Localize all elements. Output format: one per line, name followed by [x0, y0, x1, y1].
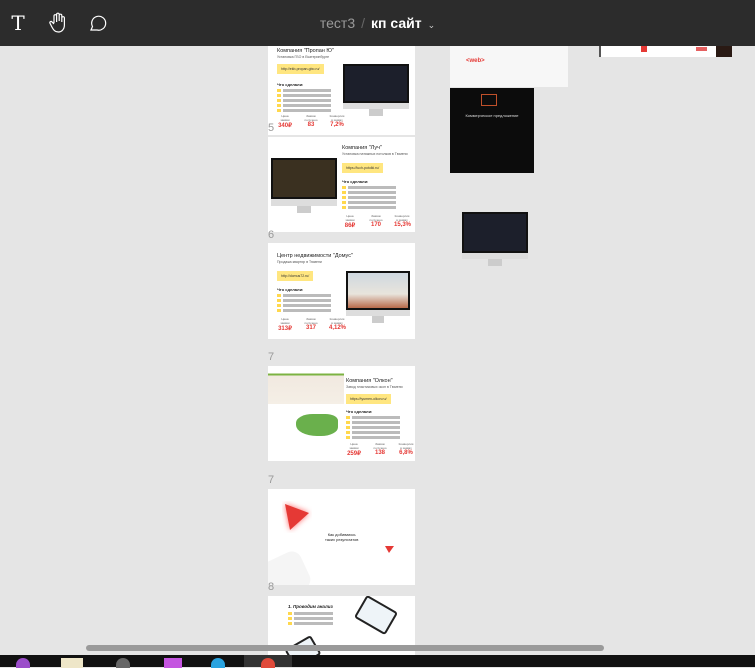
- frame-link: http://domus72.ru/: [277, 271, 314, 281]
- frame-link: https://luch-potolki.ru/: [342, 163, 384, 173]
- active-app[interactable]: [244, 655, 292, 668]
- tablet-mockup: [353, 596, 399, 636]
- frame-title: Компания "Луч": [342, 145, 382, 151]
- done-heading: Что сделали:: [277, 287, 304, 292]
- done-heading: Что сделали:: [346, 409, 373, 414]
- bullet-list: [277, 89, 337, 113]
- frame-domus[interactable]: Центр недвижимости "Домус" Продажа кварт…: [268, 243, 415, 339]
- stat-value: 317: [305, 325, 316, 331]
- stat-label: Заявок получено: [304, 114, 318, 122]
- triangle-icon: [385, 546, 394, 553]
- monitor-mockup: [346, 271, 410, 323]
- monitor-mockup: [343, 64, 409, 116]
- stat-label: Конверсия в заявку: [398, 442, 414, 450]
- frame-label: 5: [268, 122, 275, 134]
- frame-title: Компания "Пропан Ю": [277, 48, 334, 54]
- stat-value: 313₽: [278, 326, 292, 332]
- bullet-list: [346, 416, 406, 440]
- canvas[interactable]: Компания "Пропан Ю" Установка ГБО в Екат…: [0, 46, 755, 655]
- stats: Цена заявки 340₽ Заявок получено 83 Конвер…: [277, 114, 345, 129]
- stat-label: Цена заявки: [280, 114, 290, 122]
- cake-icon: [481, 94, 497, 106]
- stat-label: Цена заявки: [345, 214, 355, 222]
- monitor-mockup: [271, 158, 337, 213]
- site-preview: [268, 366, 344, 461]
- stats: Цена заявки 259₽ Заявок получено 138 Конве…: [346, 442, 414, 457]
- frame-propan[interactable]: Компания "Пропан Ю" Установка ГБО в Екат…: [268, 46, 415, 135]
- breadcrumb-separator: /: [361, 15, 366, 31]
- frame-subtitle: Завод пластиковых окон в Тюмени: [346, 385, 403, 389]
- horizontal-scrollbar[interactable]: [86, 645, 604, 651]
- frame-link: http://ekb-propan-gbo.ru/: [277, 64, 324, 74]
- frame-olkon[interactable]: Компания "Олкон" Завод пластиковых окон …: [268, 366, 415, 461]
- stat-value: 138: [374, 450, 385, 456]
- chevron-down-icon[interactable]: ⌄: [428, 20, 436, 30]
- frame-subtitle: Продажа квартир в Тюмени: [277, 260, 322, 264]
- stat-label: Заявок получено: [373, 442, 387, 450]
- stat-value: 259₽: [347, 451, 361, 457]
- frame-results[interactable]: Как добиваюсь таких результатов: [268, 489, 415, 585]
- frame-label: 7: [268, 474, 275, 486]
- web-logo: <web>: [466, 58, 485, 64]
- stats: Цена заявки 313₽ Заявок получено 317 Конве…: [277, 317, 346, 332]
- done-heading: Что сделали:: [342, 179, 369, 184]
- project-name[interactable]: тест3: [320, 15, 355, 31]
- slide-title: 1. Проводим анализ: [288, 604, 333, 609]
- frame-link: https://tyumen-olkon.ru/: [346, 394, 391, 404]
- frame-label: 8: [268, 581, 275, 593]
- stat-value: 6,8%: [399, 450, 413, 456]
- map-russia: [296, 414, 338, 436]
- bullet-list: [277, 294, 337, 318]
- frame-subtitle: Установка натяжных потолков в Тюмени: [342, 152, 408, 156]
- stat-label: Конверсия в заявку: [329, 317, 345, 325]
- frame-dark-cover[interactable]: Коммерческое предложение: [450, 88, 534, 173]
- decor-shape: [268, 548, 314, 585]
- stat-value: 7,2%: [330, 122, 344, 128]
- monitor-mockup: [462, 212, 528, 266]
- dark-title: Коммерческое предложение: [465, 113, 519, 118]
- breadcrumb: тест3 / кп сайт ⌄: [0, 15, 755, 31]
- stat-value: 86₽: [344, 223, 356, 229]
- file-name[interactable]: кп сайт: [371, 15, 422, 31]
- frame-label: 6: [268, 229, 275, 241]
- stat-value: 83: [307, 122, 315, 128]
- triangle-icon: [285, 504, 309, 530]
- stat-label: Цена заявки: [280, 317, 290, 325]
- stat-label: Заявок получено: [304, 317, 318, 325]
- stat-value: 170: [370, 222, 381, 228]
- frame-title: Компания "Олкон": [346, 378, 393, 384]
- stat-label: Конверсия в заявку: [394, 214, 410, 222]
- frame-title: Центр недвижимости "Домус": [277, 253, 353, 259]
- bullet-list: [288, 612, 338, 636]
- stats: Цена заявки 86₽ Заявок получено 170 Конвер…: [342, 214, 411, 229]
- stat-value: 340₽: [278, 123, 292, 129]
- frame-cover[interactable]: <web>: [450, 46, 568, 87]
- stat-label: Заявок получено: [369, 214, 383, 222]
- taskbar: [0, 655, 755, 668]
- frame-subtitle: Установка ГБО в Екатеринбурге: [277, 55, 330, 59]
- frame-label: 7: [268, 351, 275, 363]
- done-heading: Что сделали:: [277, 82, 304, 87]
- frame-luch[interactable]: Компания "Луч" Установка натяжных потолк…: [268, 137, 415, 232]
- bullet-list: [342, 186, 402, 210]
- stat-value: 4,12%: [329, 325, 347, 331]
- slide-text: Как добиваюсь таких результатов: [325, 532, 359, 542]
- stat-label: Цена заявки: [349, 442, 359, 450]
- frame-logos-strip[interactable]: [599, 46, 732, 57]
- top-toolbar: T тест3/кп сайт ⌄: [0, 0, 755, 46]
- stat-value: 15,3%: [394, 222, 412, 228]
